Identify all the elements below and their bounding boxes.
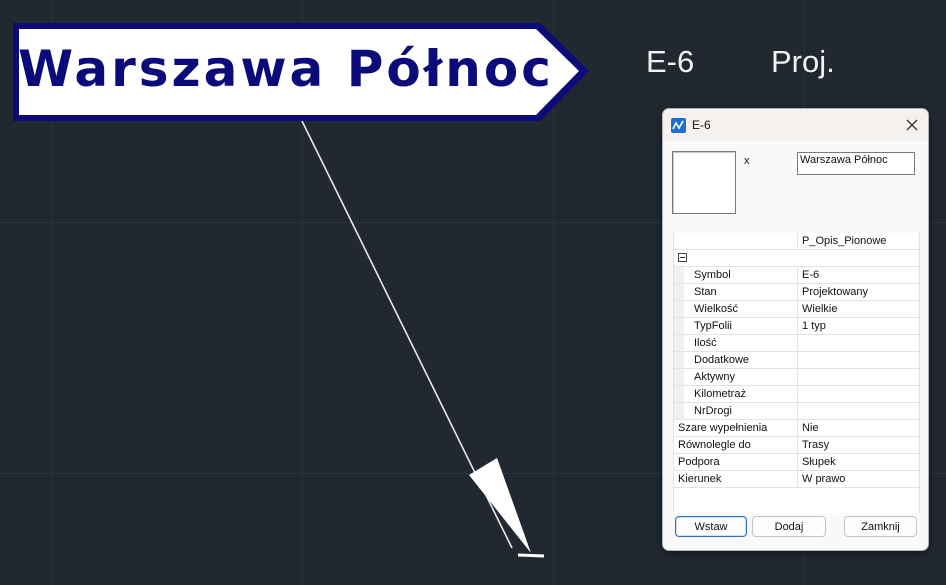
row-indent	[674, 284, 684, 300]
property-row: Symbol E-6	[674, 267, 919, 284]
property-name: NrDrogi	[694, 405, 732, 417]
property-value[interactable]: E-6	[797, 267, 919, 283]
property-row: Podpora Słupek	[674, 454, 919, 471]
dialog-title: E-6	[692, 118, 711, 132]
property-value[interactable]	[797, 386, 919, 402]
property-row: NrDrogi	[674, 403, 919, 420]
property-grid: P_Opis_Pionowe Symbol E-6 Stan Projektowany…	[673, 233, 920, 513]
row-indent	[674, 369, 684, 385]
row-indent	[674, 267, 684, 283]
property-row: TypFolii 1 typ	[674, 318, 919, 335]
style-value[interactable]: P_Opis_Pionowe	[797, 233, 919, 249]
sign-text: Warszawa Północ	[18, 40, 554, 98]
row-indent	[674, 386, 684, 402]
property-value[interactable]: Wielkie	[797, 301, 919, 317]
property-row: Stan Projektowany	[674, 284, 919, 301]
property-value[interactable]: 1 typ	[797, 318, 919, 334]
close-icon	[906, 119, 918, 131]
sign-preview	[672, 151, 736, 214]
property-value[interactable]	[797, 335, 919, 351]
property-name: Równolegle do	[678, 439, 751, 451]
row-indent	[674, 301, 684, 317]
property-value[interactable]	[797, 352, 919, 368]
leader-base	[517, 553, 545, 558]
property-value[interactable]: W prawo	[797, 471, 919, 487]
sign-state-label: Proj.	[771, 44, 835, 79]
property-name: Kierunek	[678, 473, 722, 485]
collapse-toggle-icon[interactable]	[678, 253, 687, 262]
property-value[interactable]: Projektowany	[797, 284, 919, 300]
insert-button[interactable]: Wstaw	[675, 516, 747, 537]
property-name: Ilość	[694, 337, 717, 349]
property-name: Szare wypełnienia	[678, 422, 768, 434]
property-name: Aktywny	[694, 371, 735, 383]
property-name: Wielkość	[694, 303, 739, 315]
dialog-titlebar[interactable]: E-6	[663, 109, 928, 141]
property-name: Dodatkowe	[694, 354, 750, 366]
app-logo-icon	[671, 118, 686, 133]
row-indent	[674, 318, 684, 334]
property-row: Aktywny	[674, 369, 919, 386]
property-name: Stan	[694, 286, 717, 298]
property-row: Kilometraż	[674, 386, 919, 403]
property-value[interactable]: Nie	[797, 420, 919, 436]
property-name: Symbol	[694, 269, 731, 281]
row-indent	[674, 403, 684, 419]
property-row: Równolegle do Trasy	[674, 437, 919, 454]
property-name: Podpora	[678, 456, 720, 468]
property-value[interactable]	[797, 403, 919, 419]
x-label: x	[744, 155, 750, 167]
property-row: Dodatkowe	[674, 352, 919, 369]
property-value[interactable]: Trasy	[797, 437, 919, 453]
close-dialog-button[interactable]: Zamknij	[844, 516, 917, 537]
property-name: TypFolii	[694, 320, 732, 332]
property-row: Wielkość Wielkie	[674, 301, 919, 318]
property-value[interactable]: Słupek	[797, 454, 919, 470]
property-row: Ilość	[674, 335, 919, 352]
close-button[interactable]	[900, 113, 924, 137]
property-value[interactable]	[797, 369, 919, 385]
sign-symbol-label: E-6	[646, 44, 695, 79]
group-header-row	[674, 250, 919, 267]
leader-arrowhead	[469, 458, 531, 553]
row-indent	[674, 352, 684, 368]
sign-properties-dialog: E-6 x P_Opis_Pionowe Symbol E-6 Stan Projek…	[662, 108, 929, 551]
row-indent	[674, 335, 684, 351]
property-row: Kierunek W prawo	[674, 471, 919, 488]
property-row: Szare wypełnienia Nie	[674, 420, 919, 437]
sign-text-input[interactable]	[797, 152, 915, 175]
add-button[interactable]: Dodaj	[752, 516, 826, 537]
property-name: Kilometraż	[694, 388, 746, 400]
style-row: P_Opis_Pionowe	[674, 233, 919, 250]
